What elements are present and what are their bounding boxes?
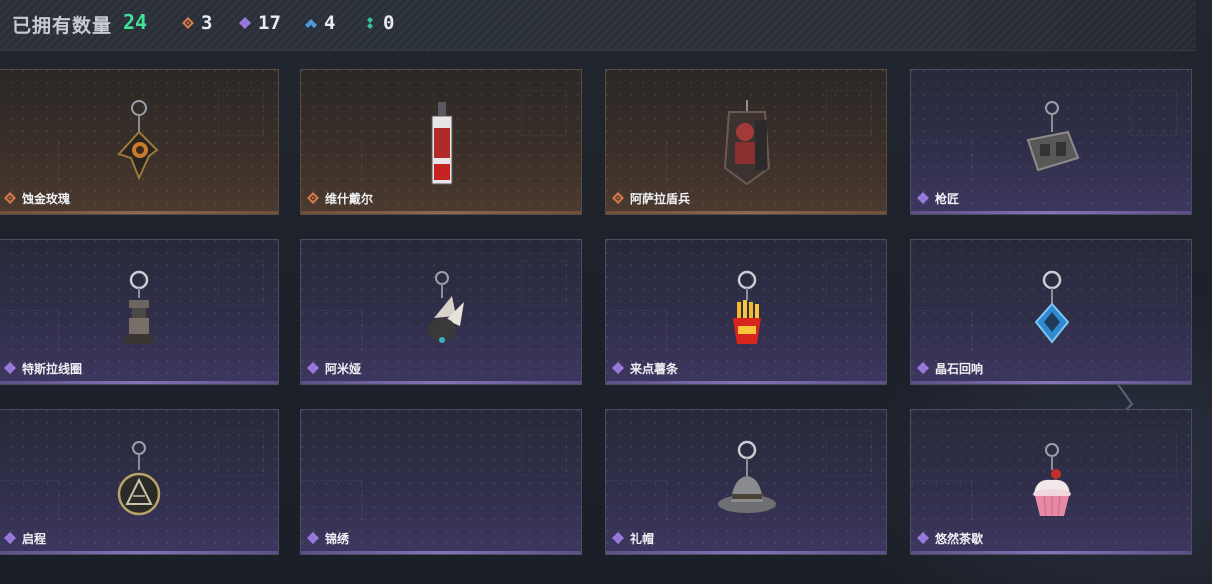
card-grid-decoration xyxy=(1131,260,1177,306)
card-grid-decoration xyxy=(521,430,567,476)
card-grid-decoration xyxy=(0,480,59,521)
medallion-charm-icon xyxy=(117,441,161,516)
card-rarity-line xyxy=(0,551,278,554)
card-grid-decoration xyxy=(218,430,264,476)
card-rarity-line xyxy=(911,211,1191,214)
cupcake-charm-icon xyxy=(1033,443,1071,517)
charm-name: 阿米娅 xyxy=(325,362,362,376)
purple-diamond-icon xyxy=(4,362,16,374)
charm-card-amiya[interactable]: 阿米娅 xyxy=(300,239,582,385)
card-grid-decoration xyxy=(606,140,667,181)
crystal-echo-charm-icon xyxy=(1034,270,1070,344)
charm-card-fedora[interactable]: 礼帽 xyxy=(605,409,887,555)
card-rarity-line xyxy=(0,381,278,384)
card-grid-decoration xyxy=(826,260,872,306)
green-diamond-icon xyxy=(367,17,373,29)
charm-card-tesla-coil[interactable]: 特斯拉线圈 xyxy=(0,239,279,385)
blue-diamond-icon xyxy=(305,19,317,28)
card-grid-decoration xyxy=(218,260,264,306)
charm-card-gunsmith[interactable]: 枪匠 xyxy=(910,69,1192,215)
red-vial-charm-icon xyxy=(431,102,453,185)
card-grid-decoration xyxy=(911,140,972,181)
fedora-charm-icon xyxy=(718,440,776,513)
purple-diamond-icon xyxy=(239,17,251,29)
charm-card-tea-break[interactable]: 悠然茶歇 xyxy=(910,409,1192,555)
card-grid-decoration xyxy=(521,90,567,136)
charm-name: 蚀金玫瑰 xyxy=(22,192,71,206)
card-rarity-line xyxy=(911,381,1191,384)
orange-diamond-icon xyxy=(307,192,319,204)
card-grid-decoration xyxy=(0,310,59,351)
green-rarity-count: 0 xyxy=(383,12,395,34)
owned-total-count: 24 xyxy=(123,10,148,34)
purple-diamond-icon xyxy=(307,362,319,374)
purple-diamond-icon xyxy=(612,362,624,374)
blue-rarity-count: 4 xyxy=(324,12,336,34)
purple-diamond-icon xyxy=(917,192,929,204)
charm-name: 晶石回响 xyxy=(935,362,984,376)
charm-name: 维什戴尔 xyxy=(325,192,374,206)
charm-name: 来点薯条 xyxy=(630,362,679,376)
orange-diamond-icon xyxy=(612,192,624,204)
card-grid-decoration xyxy=(301,140,362,181)
card-rarity-line xyxy=(301,211,581,214)
card-grid-decoration xyxy=(911,480,972,521)
purple-diamond-icon xyxy=(307,532,319,544)
card-grid-decoration xyxy=(0,140,59,181)
charm-name: 礼帽 xyxy=(630,532,655,546)
orange-diamond-icon xyxy=(182,17,194,29)
charm-name: 阿萨拉盾兵 xyxy=(630,192,691,206)
card-rarity-line xyxy=(301,551,581,554)
owned-count-title: 已拥有数量 xyxy=(12,15,113,37)
card-grid-decoration xyxy=(826,430,872,476)
gold-rose-charm-icon xyxy=(117,100,159,181)
card-rarity-line xyxy=(606,551,886,554)
purple-diamond-icon xyxy=(4,532,16,544)
card-grid-decoration xyxy=(826,90,872,136)
card-grid-decoration xyxy=(1131,430,1177,476)
fries-charm-icon xyxy=(733,270,761,344)
card-grid-decoration xyxy=(301,480,362,521)
purple-diamond-icon xyxy=(917,532,929,544)
charm-name: 启程 xyxy=(22,532,47,546)
gunsmith-tag-charm-icon xyxy=(1026,101,1080,172)
owned-count-bar: 已拥有数量 24 3 17 4 0 xyxy=(0,0,1196,51)
card-rarity-line xyxy=(0,211,278,214)
charm-name: 悠然茶歇 xyxy=(935,532,984,546)
card-grid-decoration xyxy=(218,90,264,136)
charm-card-departure[interactable]: 启程 xyxy=(0,409,279,555)
charm-name: 枪匠 xyxy=(935,192,960,206)
charm-card-golden-rose[interactable]: 蚀金玫瑰 xyxy=(0,69,279,215)
card-rarity-line xyxy=(911,551,1191,554)
card-rarity-line xyxy=(606,211,886,214)
charm-card-fries[interactable]: 来点薯条 xyxy=(605,239,887,385)
card-grid-decoration xyxy=(301,310,362,351)
charm-card-weishdel[interactable]: 维什戴尔 xyxy=(300,69,582,215)
charm-name: 锦绣 xyxy=(325,532,350,546)
card-grid-decoration xyxy=(1131,90,1177,136)
charm-card-crystal-echo[interactable]: 晶石回响 xyxy=(910,239,1192,385)
charm-name: 特斯拉线圈 xyxy=(22,362,83,376)
charm-card-asara-shield[interactable]: 阿萨拉盾兵 xyxy=(605,69,887,215)
tesla-coil-charm-icon xyxy=(125,270,153,344)
purple-diamond-icon xyxy=(917,362,929,374)
orange-rarity-count: 3 xyxy=(201,12,213,34)
purple-rarity-count: 17 xyxy=(258,12,281,34)
card-rarity-line xyxy=(606,381,886,384)
amiya-charm-icon xyxy=(428,271,464,343)
orange-diamond-icon xyxy=(4,192,16,204)
shield-soldier-charm-icon xyxy=(723,100,771,186)
card-grid-decoration xyxy=(521,260,567,306)
card-grid-decoration xyxy=(606,480,667,521)
card-grid-decoration xyxy=(911,310,972,351)
card-rarity-line xyxy=(301,381,581,384)
purple-diamond-icon xyxy=(612,532,624,544)
collection-screen: 已拥有数量 24 3 17 4 0 蚀金玫瑰 维什戴尔 阿萨拉盾兵 枪匠 特斯拉… xyxy=(0,0,1212,584)
card-grid-decoration xyxy=(606,310,667,351)
charm-card-brocade[interactable]: 锦绣 xyxy=(300,409,582,555)
